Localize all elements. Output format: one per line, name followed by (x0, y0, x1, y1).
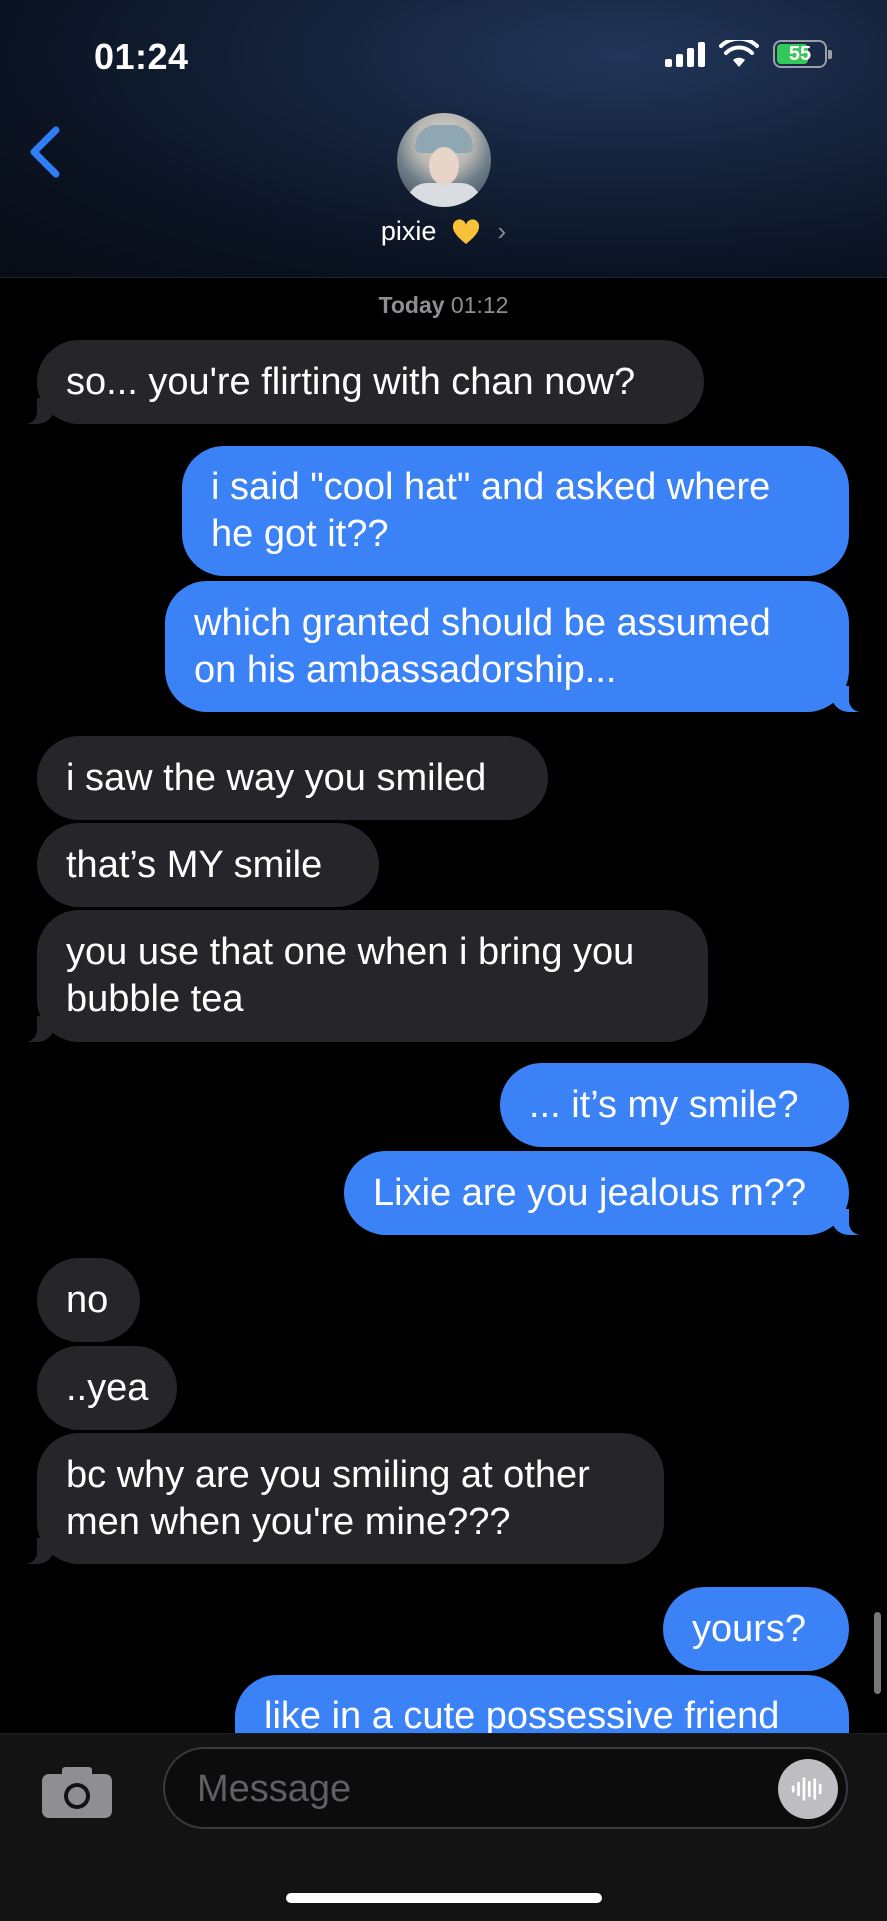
message-line: he got it?? (211, 513, 389, 555)
message-line: bubble tea (66, 978, 244, 1020)
message-line: ... it’s my smile? (529, 1083, 799, 1126)
home-indicator[interactable] (286, 1893, 602, 1903)
chevron-right-icon: › (497, 216, 507, 246)
message-line: yours? (692, 1607, 807, 1650)
timestamp-day: Today (378, 292, 445, 318)
message-bubble-outgoing[interactable]: yours? (663, 1587, 849, 1671)
message-input-placeholder: Message (197, 1768, 352, 1810)
message-line: men when you're mine??? (66, 1500, 511, 1543)
contact-name-button[interactable]: pixie › (0, 216, 887, 247)
yellow-heart-icon (452, 219, 479, 244)
back-chevron-icon[interactable] (26, 124, 66, 180)
wifi-icon (719, 40, 759, 67)
message-line: bc why are you smiling at other (66, 1453, 590, 1496)
message-bubble-outgoing[interactable]: which granted should be assumed on his a… (165, 581, 871, 712)
message-bubble-incoming[interactable]: no (37, 1258, 140, 1342)
conversation-header: 01:24 55 pixie › (0, 0, 887, 278)
message-bubble-incoming[interactable]: so... you're flirting with chan now? (15, 340, 704, 424)
contact-avatar[interactable] (397, 113, 491, 207)
message-bubble-incoming[interactable]: you use that one when i bring you bubble… (15, 910, 708, 1042)
status-indicators: 55 (665, 40, 832, 68)
message-input[interactable]: Message (163, 1747, 848, 1829)
timestamp-time: 01:12 (450, 292, 509, 318)
message-bubble-incoming[interactable]: i saw the way you smiled (37, 736, 548, 820)
message-line: i said "cool hat" and asked where (211, 466, 771, 508)
message-bubble-incoming[interactable]: ..yea (37, 1346, 177, 1430)
message-line: no (66, 1278, 109, 1321)
message-line: on his ambassadorship... (194, 648, 617, 691)
message-line: which granted should be assumed (194, 601, 771, 644)
contact-name: pixie (380, 216, 437, 246)
conversation-timestamp: Today 01:12 (0, 292, 887, 319)
message-bubble-incoming[interactable]: that’s MY smile (37, 823, 379, 907)
waveform-icon (791, 1777, 822, 1801)
message-line: i saw the way you smiled (66, 756, 487, 799)
message-line: that’s MY smile (66, 843, 323, 886)
scrollbar[interactable] (874, 1612, 881, 1694)
message-bubble-outgoing[interactable]: ... it’s my smile? (500, 1063, 849, 1147)
message-line: you use that one when i bring you (66, 931, 635, 973)
camera-icon[interactable] (40, 1764, 114, 1820)
message-line: ..yea (66, 1366, 149, 1409)
battery-level: 55 (788, 43, 812, 65)
message-bubble-incoming[interactable]: bc why are you smiling at other men when… (15, 1433, 664, 1564)
message-bubble-outgoing[interactable]: Lixie are you jealous rn?? (344, 1151, 871, 1235)
message-line: Lixie are you jealous rn?? (373, 1171, 807, 1214)
voice-message-button[interactable] (778, 1759, 838, 1819)
battery-icon: 55 (773, 40, 832, 68)
status-time: 01:24 (94, 36, 189, 77)
message-bubble-outgoing[interactable]: i said "cool hat" and asked where he got… (182, 446, 849, 576)
message-line: so... you're flirting with chan now? (66, 360, 636, 403)
cellular-signal-icon (665, 41, 705, 67)
